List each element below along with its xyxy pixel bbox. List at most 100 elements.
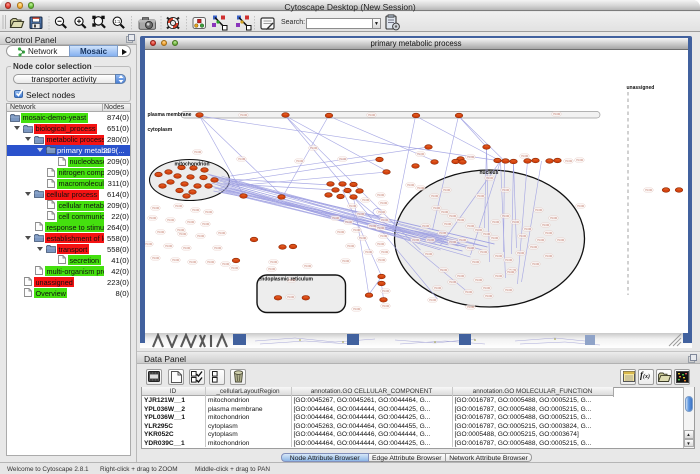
svg-text:Ybr00: Ybr00 [364, 250, 372, 254]
svg-text:Ybr00: Ybr00 [448, 280, 456, 284]
svg-text:Ybr00: Ybr00 [166, 218, 174, 222]
svg-text:Ybr00: Ybr00 [564, 159, 572, 163]
svg-text:Ybr00: Ybr00 [376, 226, 384, 230]
svg-text:Ybr00: Ybr00 [303, 264, 311, 268]
svg-text:Ybr00: Ybr00 [237, 157, 245, 161]
svg-text:Ybr00: Ybr00 [217, 231, 225, 235]
svg-text:Ybr00: Ybr00 [466, 224, 474, 228]
svg-text:Ybr00: Ybr00 [376, 193, 384, 197]
svg-text:Ybr00: Ybr00 [544, 254, 552, 258]
svg-text:Ybr00: Ybr00 [504, 288, 512, 292]
svg-text:Ybr00: Ybr00 [213, 246, 221, 250]
svg-text:Ybr00: Ybr00 [490, 236, 498, 240]
svg-text:Ybr00: Ybr00 [341, 259, 349, 263]
svg-text:Ybr00: Ybr00 [204, 210, 212, 214]
svg-text:Ybr00: Ybr00 [377, 258, 385, 262]
svg-text:Ybr00: Ybr00 [346, 244, 354, 248]
svg-text:Ybr00: Ybr00 [456, 218, 464, 222]
svg-text:Ybr00: Ybr00 [206, 260, 214, 264]
svg-text:Ybr00: Ybr00 [348, 204, 356, 208]
svg-text:Ybr00: Ybr00 [148, 216, 156, 220]
svg-text:nucleus: nucleus [479, 170, 498, 176]
svg-text:Ybr00: Ybr00 [221, 262, 229, 266]
svg-text:1:1: 1:1 [114, 19, 120, 24]
svg-text:Ybr00: Ybr00 [440, 210, 448, 214]
svg-text:Ybr00: Ybr00 [411, 238, 419, 242]
svg-text:Ybr00: Ybr00 [379, 201, 387, 205]
svg-text:Ybr00: Ybr00 [479, 250, 487, 254]
svg-text:Ybr00: Ybr00 [439, 268, 447, 272]
svg-text:Ybr00: Ybr00 [182, 246, 190, 250]
svg-text:Ybr00: Ybr00 [295, 159, 303, 163]
svg-text:Ybr00: Ybr00 [474, 278, 482, 282]
svg-text:Ybr00: Ybr00 [230, 266, 238, 270]
svg-text:Ybr00: Ybr00 [428, 298, 436, 302]
svg-text:Ybr00: Ybr00 [484, 294, 492, 298]
svg-text:Ybr00: Ybr00 [482, 286, 490, 290]
svg-text:Ybr00: Ybr00 [536, 238, 544, 242]
svg-text:Ybr00: Ybr00 [556, 238, 564, 242]
svg-text:Ybr00: Ybr00 [426, 238, 434, 242]
svg-text:Ybr00: Ybr00 [269, 260, 277, 264]
svg-text:Ybr00: Ybr00 [575, 158, 583, 162]
svg-text:Ybr00: Ybr00 [421, 224, 429, 228]
svg-text:mitochondrion: mitochondrion [174, 162, 209, 168]
svg-text:Ybr00: Ybr00 [432, 206, 440, 210]
svg-text:Ybr00: Ybr00 [424, 252, 432, 256]
svg-text:Ybr00: Ybr00 [188, 260, 196, 264]
svg-text:Ybr00: Ybr00 [416, 152, 424, 156]
svg-text:Ybr00: Ybr00 [506, 270, 514, 274]
svg-text:Ybr00: Ybr00 [331, 216, 339, 220]
svg-text:Ybr00: Ybr00 [368, 224, 376, 228]
svg-text:Ybr00: Ybr00 [381, 289, 389, 293]
svg-text:Ybr00: Ybr00 [438, 231, 446, 235]
svg-text:Ybr00: Ybr00 [504, 258, 512, 262]
svg-text:Ybr00: Ybr00 [474, 228, 482, 232]
svg-text:Ybr00: Ybr00 [491, 220, 499, 224]
svg-text:Ybr00: Ybr00 [174, 204, 182, 208]
svg-text:Ybr00: Ybr00 [286, 295, 294, 299]
svg-text:endoplasmic reticulum: endoplasmic reticulum [258, 277, 313, 283]
svg-text:Ybr00: Ybr00 [511, 220, 519, 224]
svg-text:Ybr00: Ybr00 [377, 210, 385, 214]
svg-text:Ybr00: Ybr00 [239, 113, 247, 117]
svg-text:Ybr00: Ybr00 [541, 223, 549, 227]
svg-text:Ybr00: Ybr00 [201, 222, 209, 226]
svg-text:Ybr00: Ybr00 [494, 274, 502, 278]
svg-text:Ybr00: Ybr00 [534, 208, 542, 212]
svg-text:Ybr00: Ybr00 [576, 204, 584, 208]
svg-text:Ybr00: Ybr00 [466, 155, 474, 159]
svg-text:plasma membrane: plasma membrane [147, 112, 191, 118]
svg-text:Ybr00: Ybr00 [531, 262, 539, 266]
svg-text:Ybr00: Ybr00 [529, 245, 537, 249]
svg-text:Ybr00: Ybr00 [482, 232, 490, 236]
svg-text:Ybr00: Ybr00 [191, 208, 199, 212]
svg-text:Ybr00: Ybr00 [430, 194, 438, 198]
svg-text:Ybr00: Ybr00 [367, 113, 375, 117]
svg-text:Ybr00: Ybr00 [464, 290, 472, 294]
svg-text:Ybr00: Ybr00 [552, 112, 560, 116]
svg-text:Ybr00: Ybr00 [456, 274, 464, 278]
svg-text:Ybr00: Ybr00 [380, 250, 388, 254]
svg-text:Ybr00: Ybr00 [549, 216, 557, 220]
svg-text:Ybr00: Ybr00 [448, 214, 456, 218]
svg-text:Ybr00: Ybr00 [151, 256, 159, 260]
svg-text:Ybr00: Ybr00 [458, 238, 466, 242]
svg-text:Ybr00: Ybr00 [380, 218, 388, 222]
svg-text:Ybr00: Ybr00 [186, 220, 194, 224]
svg-text:Ybr00: Ybr00 [344, 220, 352, 224]
svg-text:Ybr00: Ybr00 [448, 240, 456, 244]
svg-text:Ybr00: Ybr00 [309, 146, 317, 150]
svg-text:Ybr00: Ybr00 [379, 234, 387, 238]
svg-text:Ybr00: Ybr00 [352, 307, 360, 311]
svg-text:Ybr00: Ybr00 [193, 150, 201, 154]
svg-text:Ybr00: Ybr00 [442, 188, 450, 192]
svg-text:Ybr00: Ybr00 [544, 231, 552, 235]
svg-text:Ybr00: Ybr00 [471, 260, 479, 264]
svg-text:Ybr00: Ybr00 [358, 236, 366, 240]
svg-text:Ybr00: Ybr00 [516, 251, 524, 255]
svg-text:Ybr00: Ybr00 [356, 212, 364, 216]
svg-text:Ybr00: Ybr00 [644, 188, 652, 192]
svg-text:Ybr00: Ybr00 [176, 228, 184, 232]
svg-text:Ybr00: Ybr00 [466, 246, 474, 250]
